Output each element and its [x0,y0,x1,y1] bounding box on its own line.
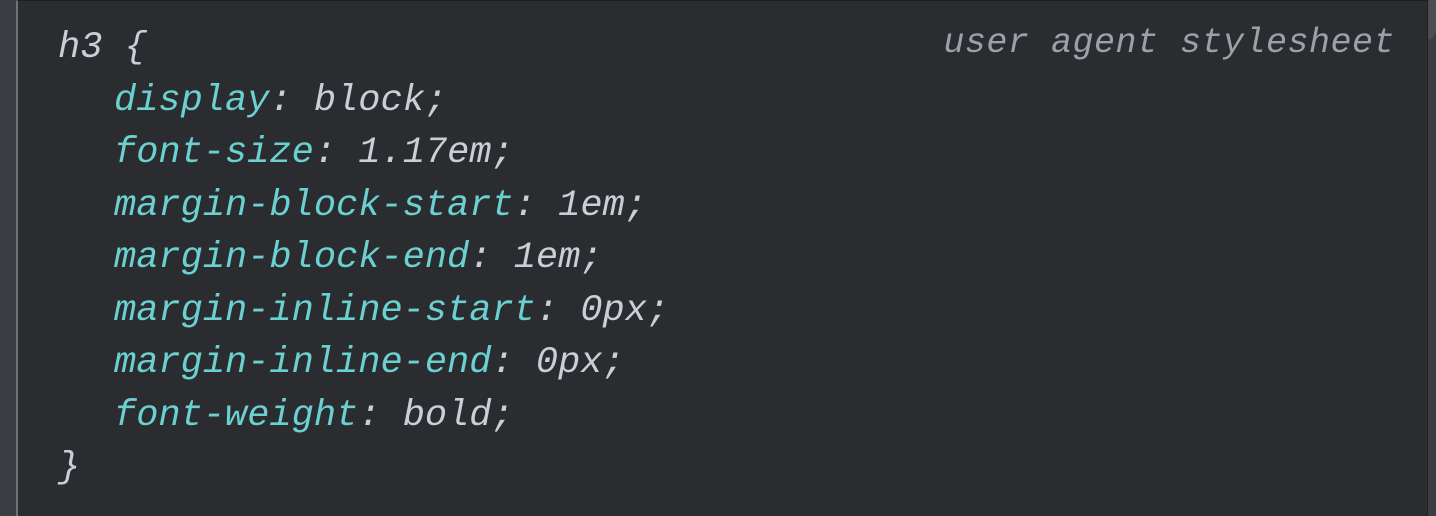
space [292,80,314,122]
space [380,395,402,437]
colon: : [358,395,380,437]
css-property[interactable]: margin-block-start [114,185,514,227]
space [558,290,580,332]
colon: : [514,185,536,227]
css-declaration[interactable]: margin-inline-end: 0px; [114,337,1395,390]
css-value[interactable]: 1.17em [358,132,491,174]
css-declaration[interactable]: font-weight: bold; [114,390,1395,443]
css-declaration[interactable]: font-size: 1.17em; [114,127,1395,180]
semicolon: ; [492,395,514,437]
close-brace: } [58,443,1395,495]
css-declaration[interactable]: margin-block-end: 1em; [114,232,1395,285]
css-value[interactable]: 1em [558,185,625,227]
semicolon: ; [603,342,625,384]
css-declaration[interactable]: display: block; [114,75,1395,128]
space [102,27,124,69]
semicolon: ; [625,185,647,227]
css-declaration[interactable]: margin-block-start: 1em; [114,180,1395,233]
css-value[interactable]: block [314,80,425,122]
css-declaration[interactable]: margin-inline-start: 0px; [114,285,1395,338]
colon: : [269,80,291,122]
css-value[interactable]: bold [403,395,492,437]
space [336,132,358,174]
css-property[interactable]: display [114,80,269,122]
semicolon: ; [580,237,602,279]
colon: : [536,290,558,332]
css-selector[interactable]: h3 [58,27,102,69]
space [514,342,536,384]
semicolon: ; [492,132,514,174]
colon: : [469,237,491,279]
semicolon: ; [647,290,669,332]
open-brace: { [125,27,147,69]
css-property[interactable]: font-weight [114,395,358,437]
css-declarations: display: block; font-size: 1.17em; margi… [58,75,1395,443]
stylesheet-source-label: user agent stylesheet [943,23,1395,63]
css-rule-panel[interactable]: user agent stylesheet h3 { display: bloc… [16,0,1428,516]
colon: : [314,132,336,174]
css-property[interactable]: font-size [114,132,314,174]
css-property[interactable]: margin-inline-end [114,342,491,384]
space [491,237,513,279]
css-property[interactable]: margin-inline-start [114,290,536,332]
css-value[interactable]: 0px [536,342,603,384]
semicolon: ; [425,80,447,122]
colon: : [491,342,513,384]
css-value[interactable]: 1em [514,237,581,279]
css-property[interactable]: margin-block-end [114,237,469,279]
css-value[interactable]: 0px [580,290,647,332]
space [536,185,558,227]
